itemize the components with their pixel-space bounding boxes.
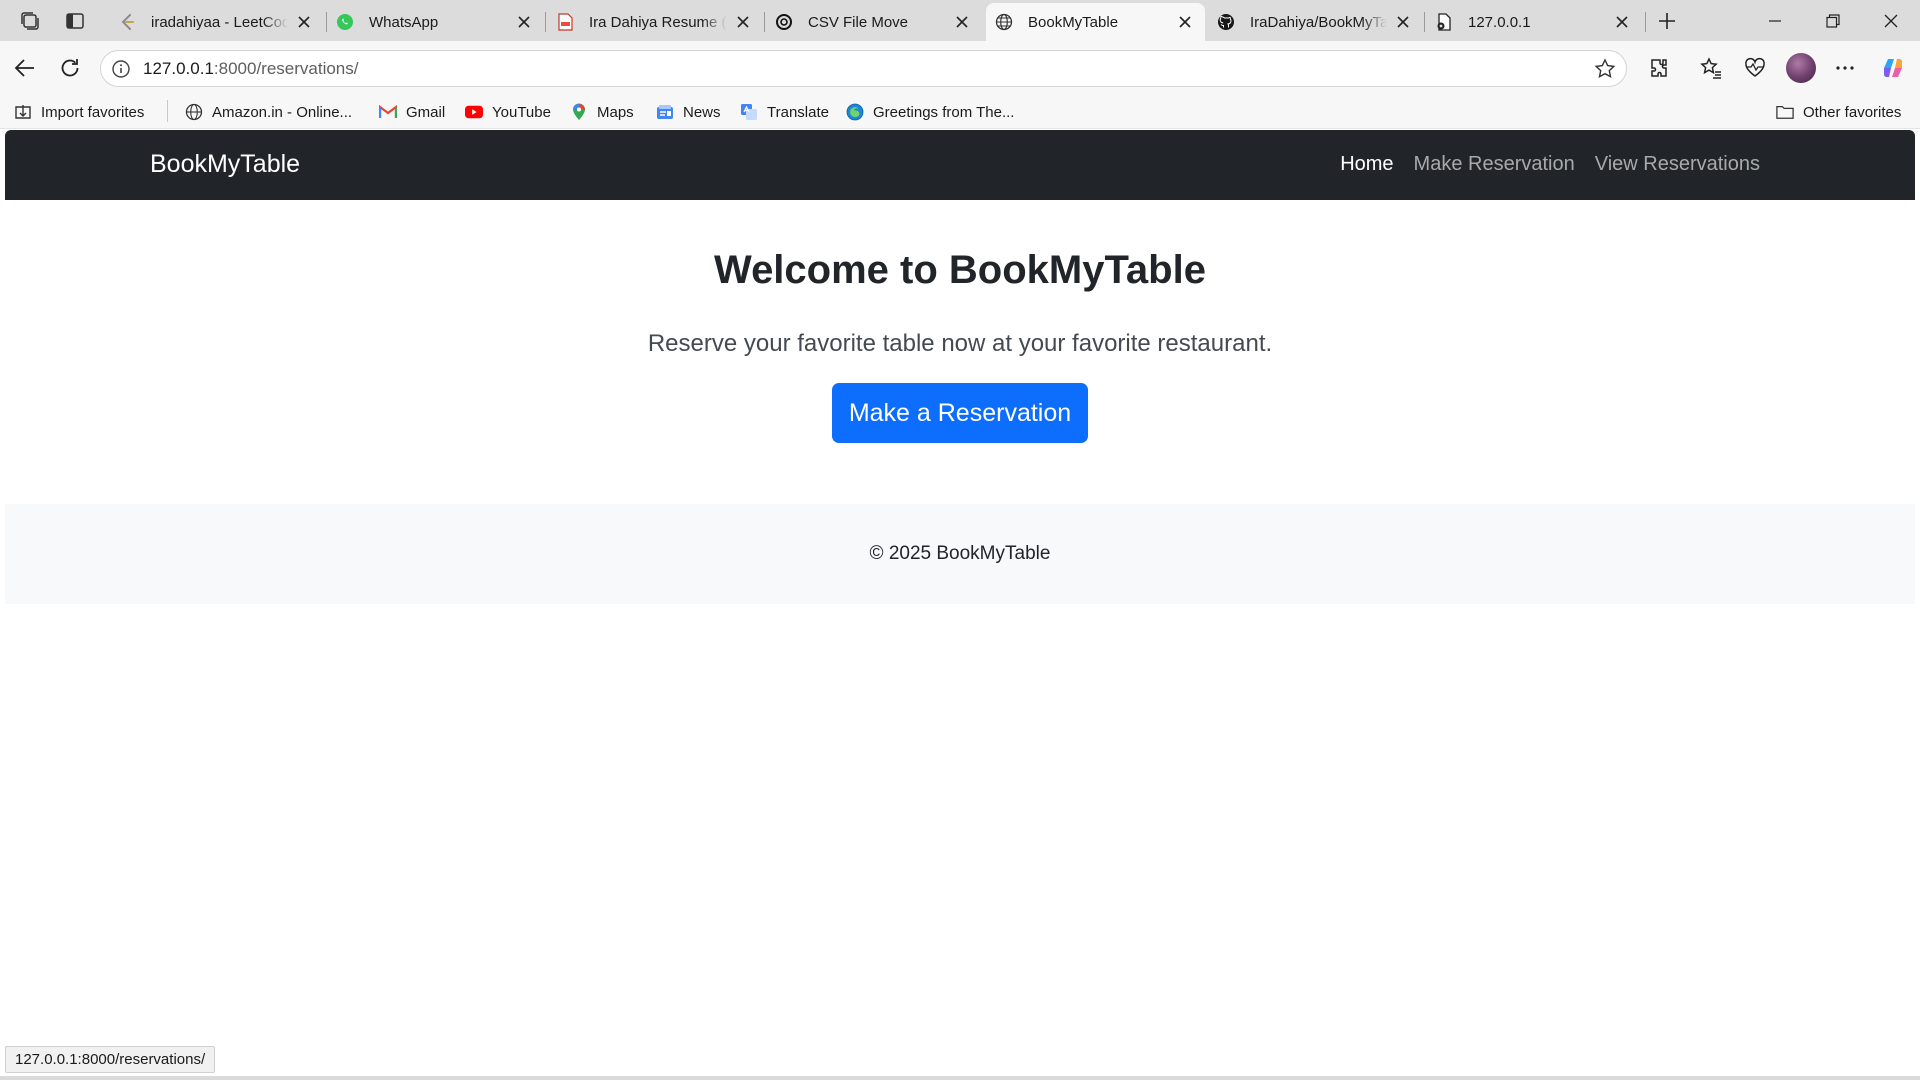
close-window-icon[interactable] [1862, 0, 1920, 41]
footer-copyright: © 2025 BookMyTable [869, 543, 1051, 564]
maps-icon [570, 103, 588, 121]
github-favicon [1216, 12, 1236, 32]
news-icon [656, 103, 674, 121]
browser-essentials-icon[interactable] [1740, 53, 1770, 83]
favorites-bar: Import favorites Amazon.in - Online... G… [0, 93, 1920, 129]
url-host: 127.0.0.1 [143, 59, 214, 78]
close-tab-icon[interactable] [1393, 12, 1413, 32]
close-tab-icon[interactable] [294, 12, 314, 32]
make-reservation-button[interactable]: Make a Reservation [832, 383, 1088, 443]
tab-title: Ira Dahiya Resume (1) [589, 13, 727, 31]
tab-title: CSV File Move [808, 13, 909, 31]
nav-link-home[interactable]: Home [1340, 153, 1393, 176]
leetcode-favicon [117, 12, 137, 32]
favorites-star-icon[interactable] [1696, 53, 1726, 83]
address-bar[interactable]: 127.0.0.1:8000/reservations/ [100, 50, 1627, 87]
favorite-translate[interactable]: Translate [740, 101, 829, 123]
copilot-icon[interactable] [1878, 53, 1908, 83]
favorite-gmail[interactable]: Gmail [379, 101, 445, 123]
favorite-label: Greetings from The... [873, 103, 1015, 121]
youtube-icon [465, 103, 483, 121]
edge-icon [846, 103, 864, 121]
minimize-icon[interactable] [1746, 0, 1804, 41]
page-error-favicon [1434, 12, 1454, 32]
new-tab-icon[interactable] [1652, 8, 1682, 34]
tab-separator [1645, 12, 1646, 32]
favorite-import[interactable]: Import favorites [14, 101, 144, 123]
pdf-favicon [555, 12, 575, 32]
tab-separator [545, 12, 546, 32]
more-menu-icon[interactable] [1830, 53, 1860, 83]
other-favorites-label: Other favorites [1803, 103, 1902, 121]
back-arrow-icon[interactable] [10, 53, 40, 83]
page-title: Welcome to BookMyTable [714, 248, 1206, 292]
tab-title: WhatsApp [369, 13, 439, 31]
close-tab-icon[interactable] [1612, 12, 1632, 32]
close-tab-icon[interactable] [1175, 12, 1195, 32]
favorite-label: YouTube [492, 103, 551, 121]
nav-link-make-reservation[interactable]: Make Reservation [1414, 153, 1575, 176]
favorite-news[interactable]: News [656, 101, 721, 123]
add-favorite-star-icon[interactable] [1594, 58, 1616, 80]
favorite-youtube[interactable]: YouTube [465, 101, 551, 123]
page-viewport: BookMyTable Home Make Reservation View R… [5, 130, 1915, 1076]
browser-tab[interactable]: CSV File Move [766, 3, 982, 41]
hero-lead-text: Reserve your favorite table now at your … [647, 330, 1273, 357]
folder-icon [1776, 103, 1794, 121]
site-navbar: BookMyTable Home Make Reservation View R… [5, 130, 1915, 200]
site-info-icon[interactable] [111, 59, 131, 79]
browser-tab[interactable]: IraDahiya/BookMyTable [1208, 3, 1423, 41]
favorite-label: Amazon.in - Online... [212, 103, 353, 121]
close-tab-icon[interactable] [733, 12, 753, 32]
extensions-icon[interactable] [1644, 53, 1674, 83]
globe-favicon [994, 12, 1014, 32]
url-text[interactable]: 127.0.0.1:8000/reservations/ [143, 59, 359, 79]
status-bar-url: 127.0.0.1:8000/reservations/ [5, 1046, 216, 1073]
favorite-label: Gmail [406, 103, 446, 121]
nav-link-view-reservations[interactable]: View Reservations [1595, 153, 1760, 176]
translate-icon [740, 103, 758, 121]
favorites-separator [167, 100, 168, 122]
browser-tab[interactable]: WhatsApp [327, 3, 544, 41]
profile-avatar[interactable] [1786, 53, 1816, 83]
vertical-tabs-icon[interactable] [60, 8, 90, 34]
favorite-label: Translate [767, 103, 829, 121]
site-footer: © 2025 BookMyTable [5, 504, 1915, 604]
favorite-maps[interactable]: Maps [570, 101, 634, 123]
browser-tab[interactable]: Ira Dahiya Resume (1) [547, 3, 763, 41]
site-nav-links: Home Make Reservation View Reservations [1340, 153, 1760, 176]
favorite-greetings[interactable]: Greetings from The... [846, 101, 1014, 123]
whatsapp-favicon [335, 12, 355, 32]
window-bottom-edge [0, 1076, 1920, 1080]
favorite-label: Maps [597, 103, 634, 121]
chatgpt-favicon [774, 12, 794, 32]
tab-title: BookMyTable [1028, 13, 1119, 31]
gmail-icon [379, 103, 397, 121]
tab-title: iradahiyaa - LeetCode [151, 13, 288, 31]
browser-tab[interactable]: 127.0.0.1 [1426, 3, 1642, 41]
browser-tab-active[interactable]: BookMyTable [986, 3, 1205, 41]
refresh-icon[interactable] [55, 53, 85, 83]
close-tab-icon[interactable] [514, 12, 534, 32]
tab-title: 127.0.0.1 [1468, 13, 1531, 31]
site-brand[interactable]: BookMyTable [150, 150, 300, 179]
import-icon [14, 103, 32, 121]
other-favorites-folder[interactable]: Other favorites [1776, 101, 1901, 123]
browser-tab[interactable]: iradahiyaa - LeetCode [109, 3, 324, 41]
tab-title: IraDahiya/BookMyTable [1250, 13, 1387, 31]
close-tab-icon[interactable] [952, 12, 972, 32]
favorite-amazon[interactable]: Amazon.in - Online... [185, 101, 352, 123]
restore-icon[interactable] [1804, 0, 1862, 41]
globe-icon [185, 103, 203, 121]
url-path: :8000/reservations/ [213, 59, 359, 78]
favorite-label: News [683, 103, 721, 121]
tab-separator [764, 12, 765, 32]
tab-strip: iradahiyaa - LeetCode WhatsApp Ira Dahiy… [0, 0, 1920, 41]
favorite-label: Import favorites [41, 103, 145, 121]
workspaces-icon[interactable] [15, 8, 45, 34]
tab-separator [1424, 12, 1425, 32]
